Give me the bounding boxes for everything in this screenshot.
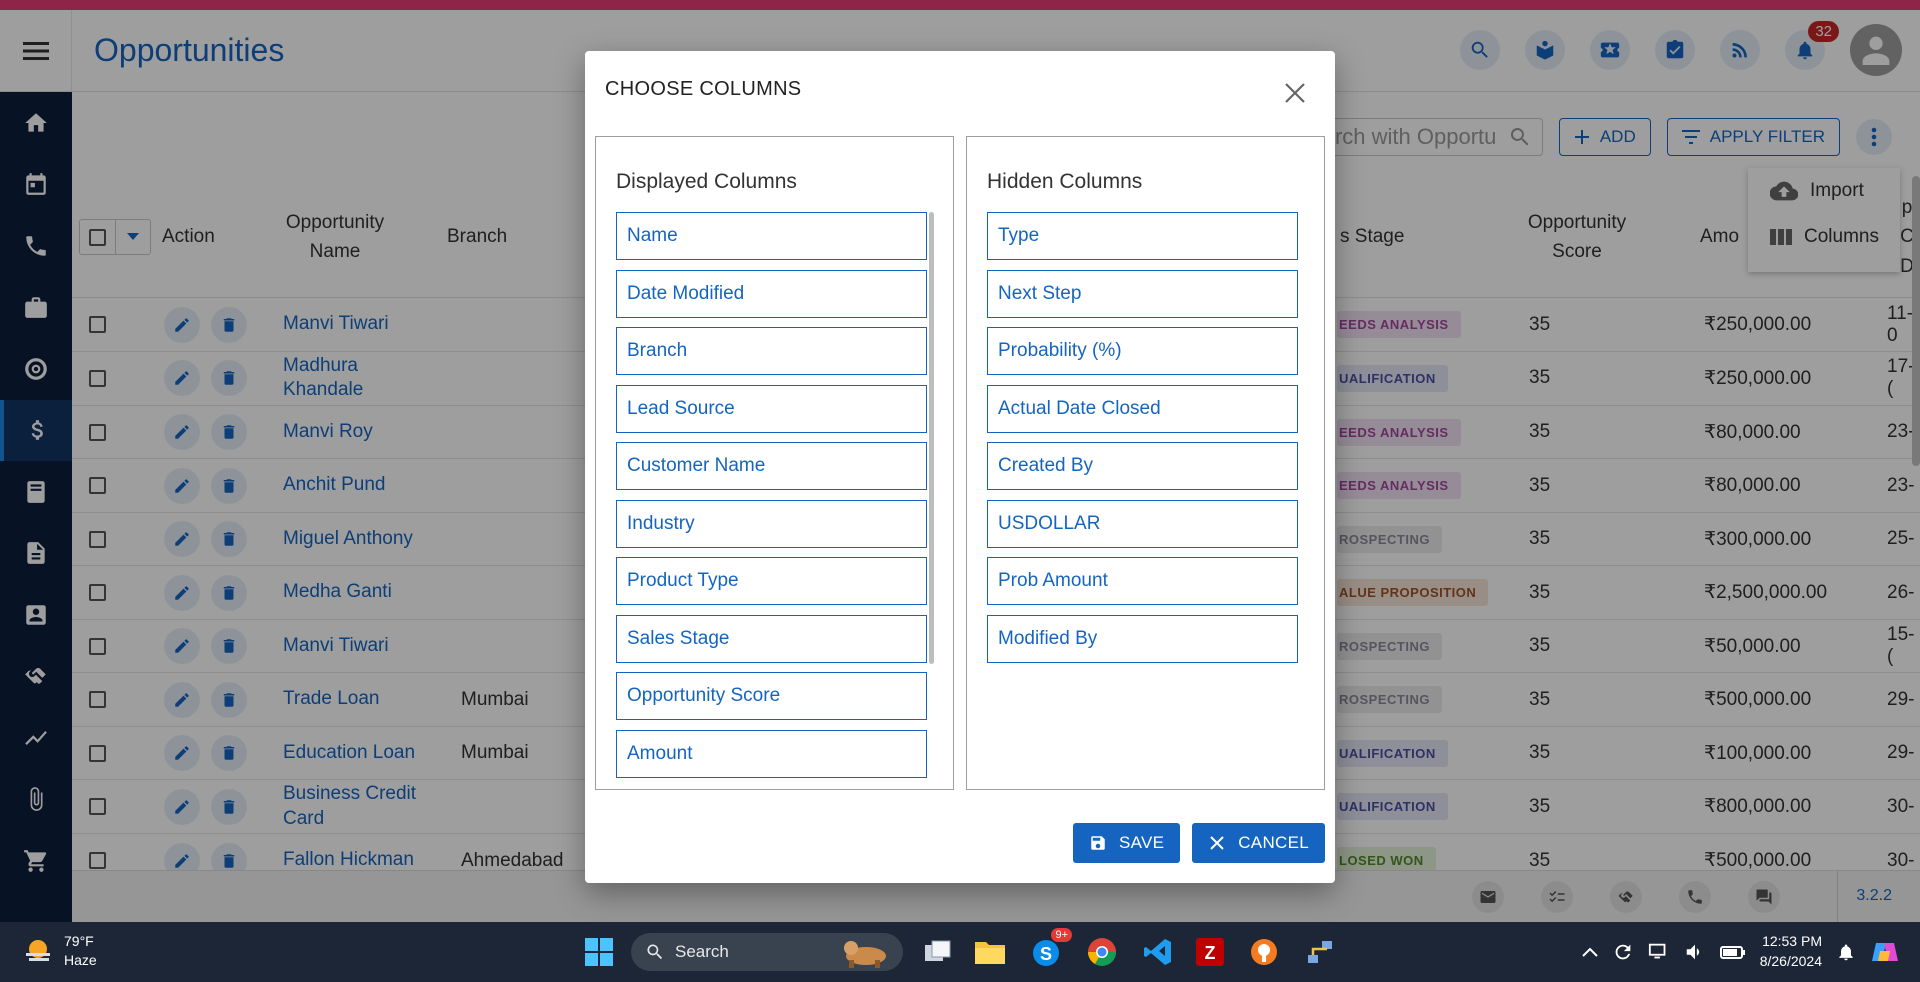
taskbar-app-skype[interactable]: S 9+: [1028, 928, 1072, 970]
search-highlight-dog-icon: [844, 941, 886, 968]
cancel-button[interactable]: CANCEL: [1192, 823, 1325, 863]
choose-columns-dialog: CHOOSE COLUMNS Displayed Columns Name Dat…: [585, 51, 1335, 883]
displayed-columns-list: Name Date Modified Branch Lead Source Custom…: [616, 212, 927, 787]
hidden-column-item[interactable]: Actual Date Closed: [987, 384, 1298, 433]
windows-icon: [585, 938, 613, 966]
hidden-columns-title: Hidden Columns: [987, 170, 1143, 193]
displayed-column-item[interactable]: Customer Name: [616, 442, 927, 490]
system-clock[interactable]: 12:53 PM 8/26/2024: [1760, 932, 1822, 971]
skype-badge: 9+: [1051, 928, 1072, 942]
folder-icon: [975, 942, 1005, 964]
taskbar-app-chrome[interactable]: [1084, 934, 1120, 970]
chevron-up-icon[interactable]: [1581, 947, 1598, 957]
save-button[interactable]: SAVE: [1072, 823, 1181, 863]
vpn-icon: [1251, 939, 1277, 965]
save-label: SAVE: [1118, 833, 1165, 852]
displayed-column-item[interactable]: Opportunity Score: [616, 672, 927, 720]
displayed-columns-panel: Displayed Columns Name Date Modified Branc…: [595, 136, 954, 790]
hidden-column-item[interactable]: Type: [987, 212, 1298, 260]
taskbar-app-vscode[interactable]: [1140, 934, 1176, 970]
clock-date: 8/26/2024: [1759, 952, 1822, 969]
battery-icon[interactable]: [1719, 941, 1746, 963]
network-tool-icon: [1308, 941, 1332, 963]
sun-haze-icon: [26, 939, 50, 961]
network-icon[interactable]: [1648, 941, 1670, 963]
hidden-columns-list: Type Next Step Probability (%) Actual Date …: [987, 212, 1298, 672]
displayed-column-item[interactable]: Lead Source: [616, 384, 927, 433]
refresh-icon[interactable]: [1612, 941, 1634, 963]
displayed-column-item[interactable]: Amount: [616, 729, 927, 778]
hidden-column-item[interactable]: Next Step: [987, 269, 1298, 318]
notification-bell-icon[interactable]: [1836, 941, 1856, 963]
os-taskbar: 79°F Haze Search S 9+ Z 12:53 PM 8/26/20…: [0, 922, 1920, 982]
weather-condition: Haze: [64, 951, 97, 968]
task-view-icon: [925, 940, 951, 961]
close-icon: [1210, 836, 1224, 850]
cancel-label: CANCEL: [1238, 833, 1309, 852]
svg-text:S: S: [1040, 944, 1052, 964]
volume-icon[interactable]: [1684, 941, 1706, 963]
taskbar-search-label: Search: [675, 942, 729, 961]
taskbar-app-file-explorer[interactable]: [972, 934, 1008, 970]
taskbar-app-filezilla[interactable]: Z: [1192, 934, 1228, 970]
displayed-column-item[interactable]: Name: [616, 212, 927, 260]
displayed-columns-scrollbar[interactable]: [929, 212, 934, 664]
vscode-icon: [1144, 939, 1171, 965]
weather-text: 79°F Haze: [64, 932, 97, 970]
svg-text:Z: Z: [1205, 943, 1216, 963]
displayed-column-item[interactable]: Product Type: [616, 557, 927, 605]
clock-time: 12:53 PM: [1762, 933, 1822, 949]
displayed-column-item[interactable]: Sales Stage: [616, 614, 927, 663]
displayed-columns-title: Displayed Columns: [616, 170, 797, 193]
close-dialog-button[interactable]: [1281, 79, 1309, 107]
filezilla-icon: Z: [1196, 938, 1224, 966]
temperature: 79°F: [64, 933, 94, 949]
displayed-column-item[interactable]: Industry: [616, 499, 927, 548]
displayed-column-item[interactable]: Branch: [616, 327, 927, 375]
search-icon: [647, 944, 663, 960]
dialog-title: CHOOSE COLUMNS: [605, 78, 802, 100]
taskbar-app-vpn[interactable]: [1246, 934, 1282, 970]
save-icon: [1091, 836, 1105, 850]
system-tray: 12:53 PM 8/26/2024: [1581, 932, 1900, 971]
hidden-column-item[interactable]: Probability (%): [987, 327, 1298, 375]
start-button[interactable]: [581, 934, 617, 970]
weather-widget[interactable]: 79°F Haze: [22, 932, 97, 970]
taskbar-search[interactable]: Search: [631, 933, 903, 971]
copilot-icon[interactable]: [1870, 937, 1900, 967]
displayed-column-item[interactable]: Date Modified: [616, 269, 927, 318]
hidden-columns-panel: Hidden Columns Type Next Step Probability …: [966, 136, 1325, 790]
taskbar-app-taskview[interactable]: [920, 934, 956, 970]
hidden-column-item[interactable]: Created By: [987, 442, 1298, 490]
hidden-column-item[interactable]: USDOLLAR: [987, 499, 1298, 548]
hidden-column-item[interactable]: Prob Amount: [987, 557, 1298, 605]
chrome-icon: [1088, 938, 1116, 966]
hidden-column-item[interactable]: Modified By: [987, 614, 1298, 663]
taskbar-app-network-tool[interactable]: [1302, 934, 1338, 970]
dialog-footer: SAVE CANCEL: [1072, 823, 1325, 863]
close-icon: [1285, 83, 1305, 103]
